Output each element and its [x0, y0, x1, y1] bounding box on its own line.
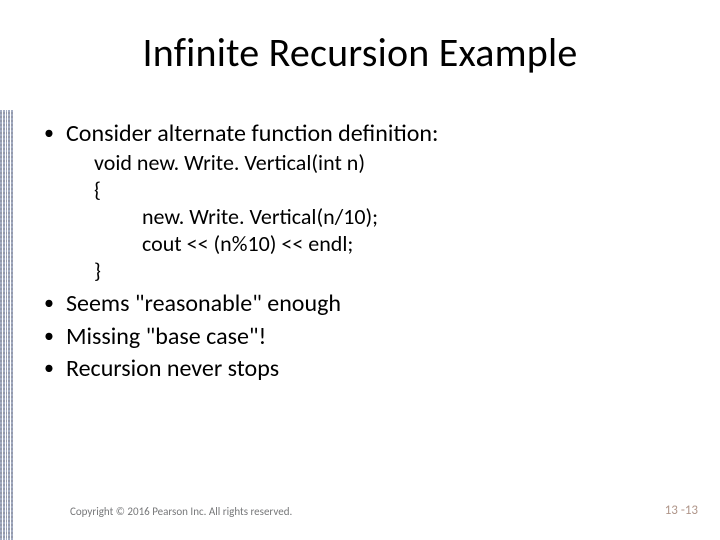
- code-block: void new. Write. Vertical(int n) { new. …: [94, 150, 690, 284]
- left-stripe-decoration: [0, 110, 14, 540]
- bullet-text: Missing "base case"!: [66, 322, 266, 351]
- code-line: }: [94, 258, 690, 285]
- slide-title: Infinite Recursion Example: [0, 28, 720, 77]
- bullet-text: Seems "reasonable" enough: [66, 289, 341, 318]
- footer-copyright: Copyright © 2016 Pearson Inc. All rights…: [70, 505, 292, 518]
- code-line: new. Write. Vertical(n/10);: [94, 204, 690, 231]
- code-line: void new. Write. Vertical(int n): [94, 150, 690, 177]
- bullet-item: Seems "reasonable" enough: [38, 290, 690, 318]
- bullet-item: Recursion never stops: [38, 355, 690, 383]
- footer-page-number: 13 -13: [665, 503, 698, 518]
- slide-body: Consider alternate function definition: …: [38, 120, 690, 387]
- slide: Infinite Recursion Example Consider alte…: [0, 0, 720, 540]
- code-line: cout << (n%10) << endl;: [94, 231, 690, 258]
- bullet-list: Consider alternate function definition: …: [38, 120, 690, 383]
- bullet-text: Consider alternate function definition:: [66, 119, 438, 148]
- bullet-item: Missing "base case"!: [38, 323, 690, 351]
- bullet-text: Recursion never stops: [66, 354, 279, 383]
- bullet-item: Consider alternate function definition: …: [38, 120, 690, 284]
- code-line: {: [94, 177, 690, 204]
